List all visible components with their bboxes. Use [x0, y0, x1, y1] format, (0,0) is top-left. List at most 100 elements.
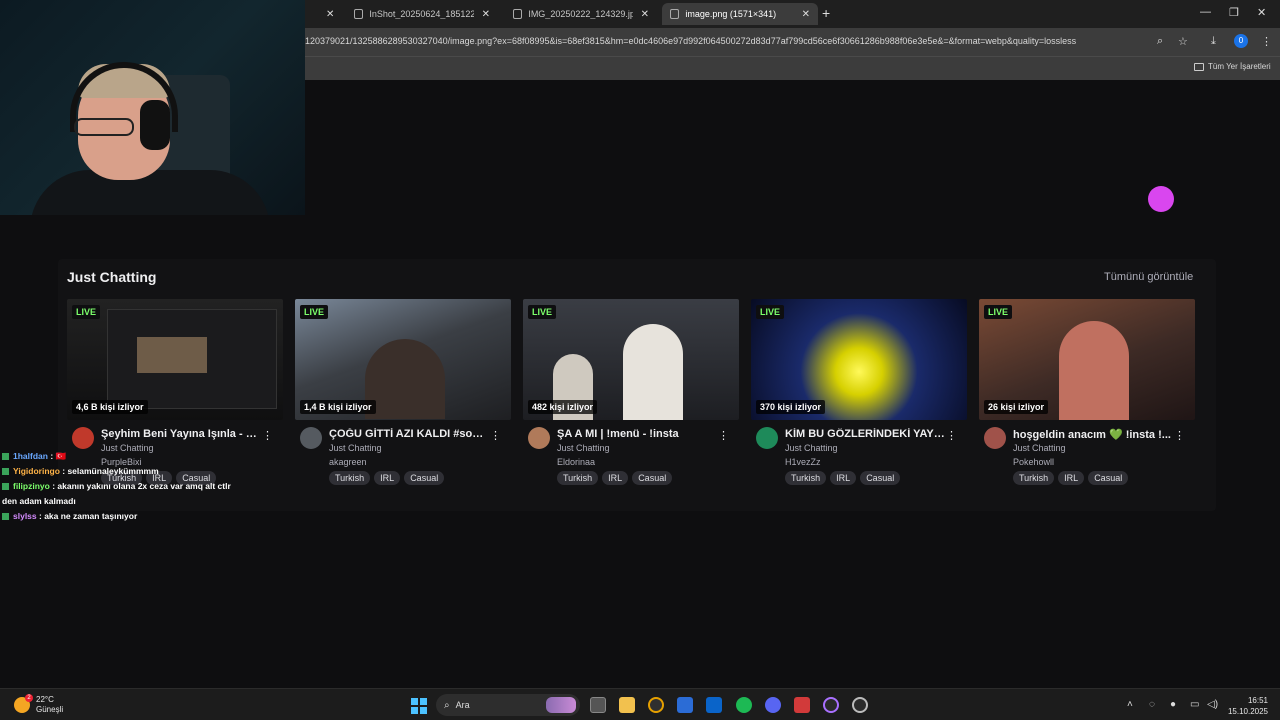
clock-date: 15.10.2025 [1227, 707, 1268, 716]
stream-thumbnail[interactable]: LIVE 4,6 B kişi izliyor [67, 299, 283, 420]
chat-message: Yigidoringo : selamünaleykümmmm [2, 464, 242, 479]
system-clock[interactable]: 16:51 15.10.2025 [1226, 695, 1268, 717]
stream-thumbnail[interactable]: LIVE 370 kişi izliyor [751, 299, 967, 420]
microphone-icon[interactable]: ● [1170, 699, 1176, 710]
tag[interactable]: Turkish [1013, 471, 1055, 485]
stream-thumbnail[interactable]: LIVE 1,4 B kişi izliyor [295, 299, 511, 420]
store-icon[interactable] [677, 697, 693, 713]
screen: ✕ InShot_20250624_185122743.jp ✕ IMG_202… [0, 0, 1280, 720]
more-options-icon[interactable]: ⋮ [946, 429, 957, 442]
chat-badge-icon [2, 513, 9, 521]
close-icon[interactable]: ✕ [326, 9, 334, 20]
tag[interactable]: Casual [860, 471, 901, 485]
channel-avatar[interactable] [756, 427, 778, 449]
stream-category[interactable]: Just Chatting [1013, 443, 1066, 453]
tab-image-png[interactable]: image.png (1571×341) ✕ [662, 3, 818, 25]
stream-card[interactable]: LIVE 26 kişi izliyor hoşgeldin anacım 💚 … [979, 299, 1195, 490]
tab-inshot[interactable]: InShot_20250624_185122743.jp ✕ [346, 3, 498, 25]
minimize-icon[interactable]: — [1200, 6, 1211, 18]
chat-badge-icon [2, 468, 9, 476]
discord-icon[interactable] [765, 697, 781, 713]
close-icon[interactable]: ✕ [482, 9, 490, 20]
channel-avatar[interactable] [72, 427, 94, 449]
file-explorer-icon[interactable] [619, 697, 635, 713]
tray-app-icon[interactable]: ◌ [1149, 699, 1155, 710]
weather-condition: Güneşli [36, 705, 64, 714]
network-icon[interactable]: ▭ [1190, 699, 1199, 710]
more-options-icon[interactable]: ⋮ [262, 429, 273, 442]
stream-title[interactable]: Şeyhim Beni Yayına Işınla - G... [101, 428, 261, 440]
temperature: 22°C [36, 695, 54, 704]
volume-icon[interactable]: ◁) [1207, 699, 1218, 710]
new-tab-icon[interactable]: + [822, 5, 830, 21]
tag[interactable]: IRL [1058, 471, 1085, 485]
zoom-icon[interactable]: ⌕ [1157, 35, 1163, 48]
spotify-icon[interactable] [736, 697, 752, 713]
weather-widget[interactable]: 2 22°C Güneşli [14, 694, 64, 715]
tag[interactable]: Casual [1088, 471, 1129, 485]
stream-title[interactable]: hoşgeldin anacım 💚 !insta !... [1013, 428, 1173, 441]
close-icon[interactable]: ✕ [641, 9, 649, 20]
tag[interactable]: IRL [374, 471, 401, 485]
chat-message: 1halfdan : 🇹🇷 [2, 449, 242, 464]
channel-avatar[interactable] [984, 427, 1006, 449]
tag[interactable]: Turkish [557, 471, 599, 485]
stream-card[interactable]: LIVE 1,4 B kişi izliyor ÇOĞU GİTTİ AZI K… [295, 299, 511, 490]
star-icon[interactable]: ☆ [1178, 35, 1188, 48]
close-icon[interactable]: ✕ [802, 9, 810, 20]
stream-title[interactable]: ŞA A MI | !menü - !insta [557, 428, 717, 440]
tag[interactable]: IRL [602, 471, 629, 485]
channel-avatar[interactable] [528, 427, 550, 449]
url-field[interactable]: 120379021/1325886289530327040/image.png?… [305, 36, 1076, 46]
tag[interactable]: IRL [830, 471, 857, 485]
stream-thumbnail[interactable]: LIVE 26 kişi izliyor [979, 299, 1195, 420]
windows-start-icon[interactable] [411, 698, 427, 714]
taskbar-search[interactable]: ⌕ Ara [436, 694, 580, 716]
extension-icon[interactable]: 0 [1234, 34, 1248, 48]
tag[interactable]: Casual [632, 471, 673, 485]
channel-name[interactable]: akagreen [329, 457, 367, 467]
notification-badge: 2 [25, 694, 33, 702]
download-icon[interactable]: ⤓ [1211, 35, 1216, 48]
stream-category[interactable]: Just Chatting [557, 443, 610, 453]
channel-name[interactable]: Eldorinaa [557, 457, 595, 467]
section-title[interactable]: Just Chatting [67, 269, 156, 285]
tab-img[interactable]: IMG_20250222_124329.jpg (99 ✕ [505, 3, 657, 25]
all-bookmarks-button[interactable]: Tüm Yer İşaretleri [1194, 62, 1271, 71]
stream-thumbnail[interactable]: LIVE 482 kişi izliyor [523, 299, 739, 420]
tag[interactable]: Turkish [785, 471, 827, 485]
glasses [74, 118, 134, 136]
restore-icon[interactable]: ❐ [1229, 6, 1239, 19]
channel-name[interactable]: H1vezZz [785, 457, 821, 467]
streamer-figure [365, 339, 445, 419]
stream-category[interactable]: Just Chatting [329, 443, 382, 453]
menu-icon[interactable]: ⋮ [1261, 35, 1272, 48]
tab-close-partial[interactable]: ✕ [310, 3, 342, 25]
stream-title[interactable]: ÇOĞU GİTTİ AZI KALDI #son1... [329, 428, 489, 440]
tab-title: InShot_20250624_185122743.jp [369, 9, 474, 19]
channel-avatar[interactable] [300, 427, 322, 449]
stream-title[interactable]: KİM BU GÖZLERİNDEKİ YAYI... [785, 428, 945, 440]
chrome-icon[interactable] [648, 697, 664, 713]
stream-category[interactable]: Just Chatting [785, 443, 838, 453]
stream-card[interactable]: LIVE 370 kişi izliyor KİM BU GÖZLERİNDEK… [751, 299, 967, 490]
more-options-icon[interactable]: ⋮ [1174, 429, 1185, 442]
chat-overlay: 1halfdan : 🇹🇷 Yigidoringo : selamünaleyk… [2, 449, 242, 524]
task-view-icon[interactable] [590, 697, 606, 713]
app-icon[interactable] [823, 697, 839, 713]
view-all-link[interactable]: Tümünü görüntüle [1104, 271, 1193, 283]
tag[interactable]: Turkish [329, 471, 371, 485]
obs-icon[interactable] [852, 697, 868, 713]
media-app-icon[interactable] [794, 697, 810, 713]
outlook-icon[interactable] [706, 697, 722, 713]
chat-badge-icon [2, 453, 9, 461]
image-file-icon [513, 9, 523, 19]
window-close-icon[interactable]: ✕ [1257, 6, 1266, 19]
channel-name[interactable]: Pokehowll [1013, 457, 1054, 467]
more-options-icon[interactable]: ⋮ [718, 429, 729, 442]
tag[interactable]: Casual [404, 471, 445, 485]
viewer-count: 370 kişi izliyor [756, 400, 826, 414]
more-options-icon[interactable]: ⋮ [490, 429, 501, 442]
chevron-up-icon[interactable]: ˄ [1127, 699, 1133, 710]
stream-card[interactable]: LIVE 482 kişi izliyor ŞA A MI | !menü - … [523, 299, 739, 490]
